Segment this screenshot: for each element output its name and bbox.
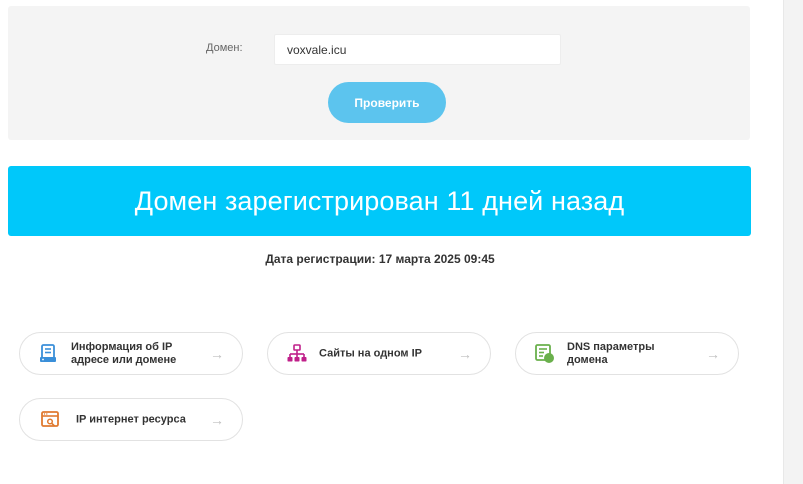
card-label: Сайты на одном IP — [319, 347, 422, 359]
arrow-right-icon: → — [706, 345, 720, 362]
card-label: DNS параметры домена — [567, 340, 655, 366]
card-sites-on-ip[interactable]: Сайты на одном IP → — [267, 332, 491, 375]
card-dns-params[interactable]: DNS параметры домена → — [515, 332, 739, 375]
arrow-right-icon: → — [210, 411, 224, 428]
arrow-right-icon: → — [210, 345, 224, 362]
card-label: Информация об IP адресе или домене — [71, 340, 177, 366]
domain-input[interactable] — [274, 34, 561, 65]
arrow-right-icon: → — [458, 345, 472, 362]
domain-check-form: Домен: Проверить — [8, 6, 750, 140]
check-button[interactable]: Проверить — [328, 82, 446, 123]
banner-text: Домен зарегистрирован 11 дней назад — [134, 185, 625, 216]
card-ip-resource[interactable]: IP интернет ресурса → — [19, 398, 243, 441]
dns-settings-icon — [534, 343, 556, 365]
card-ip-info[interactable]: Информация об IP адресе или домене → — [19, 332, 243, 375]
registration-age-banner: Домен зарегистрирован 11 дней назад — [8, 166, 751, 236]
domain-label: Домен: — [206, 42, 243, 54]
sitemap-icon — [286, 343, 308, 365]
browser-ip-icon — [40, 409, 62, 431]
card-label: IP интернет ресурса — [76, 413, 186, 425]
scrollbar[interactable] — [783, 0, 803, 484]
server-info-icon — [38, 343, 60, 365]
registration-date: Дата регистрации: 17 марта 2025 09:45 — [265, 252, 495, 266]
